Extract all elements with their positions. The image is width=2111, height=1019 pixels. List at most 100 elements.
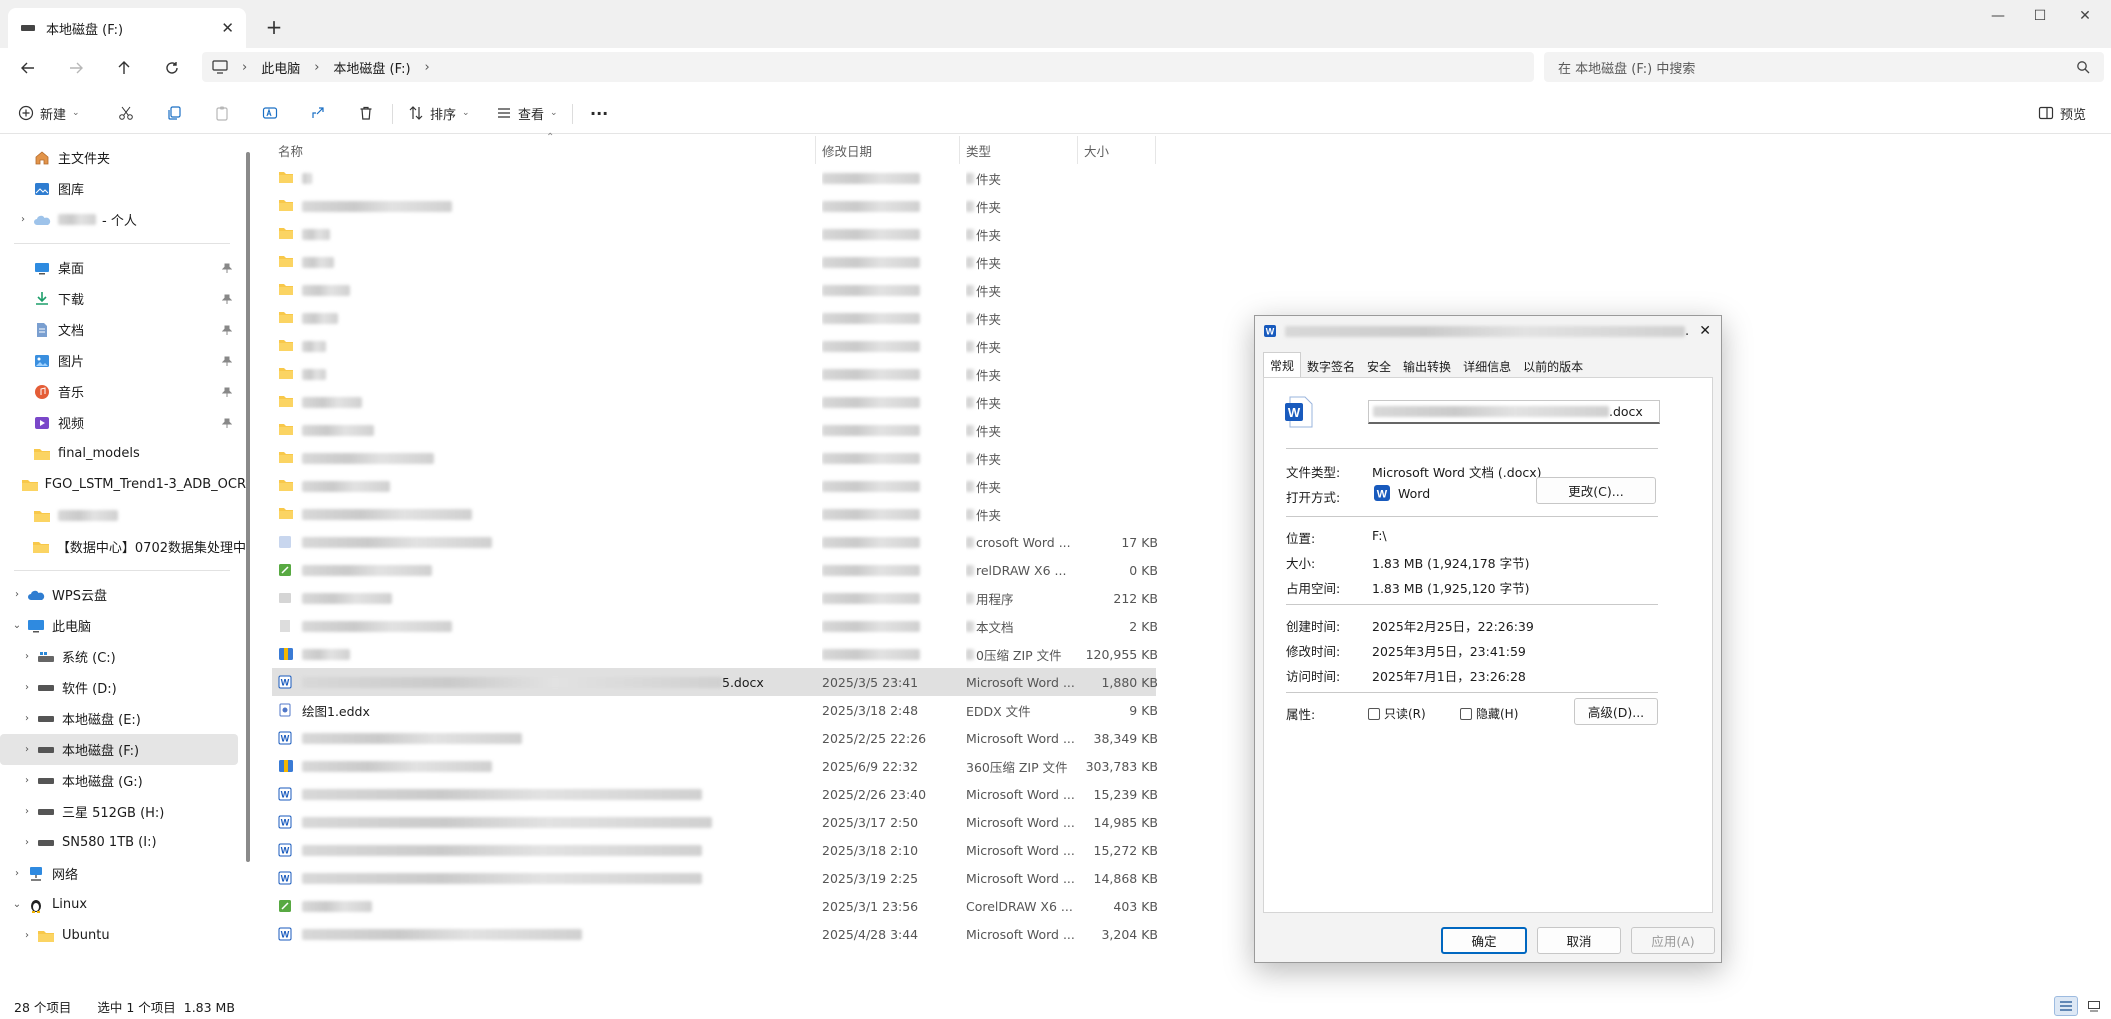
pin-icon[interactable] <box>222 263 232 273</box>
file-row[interactable]: 2025/6/9 22:32 360压缩 ZIP 文件 303,783 KB <box>272 752 1158 780</box>
sidebar-item-item[interactable]: 音乐 <box>0 376 246 407</box>
sidebar-item-item[interactable]: 图片 <box>0 345 246 376</box>
minimize-button[interactable]: — <box>1975 0 2021 32</box>
tab-0[interactable]: 常规 <box>1263 352 1302 378</box>
file-row[interactable]: 本文档 2 KB <box>272 612 1158 640</box>
back-button[interactable] <box>10 50 46 86</box>
breadcrumb[interactable]: › 此电脑 › 本地磁盘 (F:) › <box>202 52 1534 82</box>
file-row[interactable]: 件夹 <box>272 276 1156 304</box>
filename-input[interactable]: .docx <box>1368 400 1660 424</box>
sort-button[interactable]: 排序 ⌄ <box>400 97 478 129</box>
sidebar-item-linux[interactable]: ⌄ Linux <box>0 889 246 920</box>
sidebar-item-g[interactable]: › 本地磁盘 (G:) <box>0 765 246 796</box>
tab-3[interactable]: 输出转换 <box>1397 354 1457 378</box>
file-row[interactable]: W 2025/3/17 2:50 Microsoft Word ... 14,985 … <box>272 808 1158 836</box>
close-window-button[interactable]: ✕ <box>2062 0 2108 32</box>
delete-button[interactable] <box>350 97 382 129</box>
chevron-right-icon[interactable]: › <box>18 930 36 941</box>
sidebar-item-0702[interactable]: 【数据中心】0702数据集处理中 <box>0 531 246 562</box>
pin-icon[interactable] <box>222 325 232 335</box>
paste-button[interactable] <box>206 97 238 129</box>
ok-button[interactable]: 确定 <box>1441 927 1527 954</box>
file-row[interactable]: 件夹 <box>272 416 1156 444</box>
more-options-button[interactable]: ··· <box>582 97 616 129</box>
file-row[interactable]: relDRAW X6 ... 0 KB <box>272 556 1158 584</box>
file-row[interactable]: 用程序 212 KB <box>272 584 1158 612</box>
file-row[interactable]: 绘图1.eddx 2025/3/18 2:48 EDDX 文件 9 KB <box>272 696 1158 724</box>
apply-button[interactable]: 应用(A) <box>1631 927 1715 954</box>
sidebar-item-512gb-h[interactable]: › 三星 512GB (H:) <box>0 796 246 827</box>
sidebar-item-item[interactable]: 图库 <box>0 173 246 204</box>
column-size[interactable]: 大小 <box>1078 136 1156 164</box>
sidebar-item-final-models[interactable]: final_models <box>0 438 246 469</box>
file-row[interactable]: crosoft Word ... 17 KB <box>272 528 1158 556</box>
file-row[interactable]: 件夹 <box>272 444 1156 472</box>
file-row[interactable]: W 2025/3/19 2:25 Microsoft Word ... 14,868 … <box>272 864 1158 892</box>
chevron-right-icon[interactable]: › <box>18 806 36 817</box>
sidebar-item-wps[interactable]: › WPS云盘 <box>0 579 246 610</box>
view-button[interactable]: 查看 ⌄ <box>488 97 566 129</box>
file-row[interactable]: W 5.docx 2025/3/5 23:41 Microsoft Word ... 1… <box>272 668 1158 696</box>
chevron-right-icon[interactable]: › <box>18 713 36 724</box>
chevron-right-icon[interactable]: › <box>8 589 26 600</box>
chevron-down-icon[interactable]: ⌄ <box>8 620 26 631</box>
search-input[interactable]: 在 本地磁盘 (F:) 中搜索 <box>1544 52 2104 82</box>
cancel-button[interactable]: 取消 <box>1537 927 1621 954</box>
chevron-right-icon[interactable]: › <box>8 868 26 879</box>
sidebar-item-item[interactable]: ⌄ 此电脑 <box>0 610 246 641</box>
sidebar-item-item[interactable]: 下载 <box>0 283 246 314</box>
sidebar-item-item[interactable] <box>0 500 246 531</box>
tab-1[interactable]: 数字签名 <box>1301 354 1361 378</box>
file-row[interactable]: 件夹 <box>272 332 1156 360</box>
chevron-down-icon[interactable]: ⌄ <box>8 899 26 910</box>
file-row[interactable]: 0压缩 ZIP 文件 120,955 KB <box>272 640 1158 668</box>
close-tab-icon[interactable]: ✕ <box>221 19 234 37</box>
sidebar-item-item[interactable]: 视频 <box>0 407 246 438</box>
sidebar-item-item[interactable]: › 网络 <box>0 858 246 889</box>
up-button[interactable] <box>106 50 142 86</box>
file-row[interactable]: 件夹 <box>272 164 1156 192</box>
pin-icon[interactable] <box>222 356 232 366</box>
breadcrumb-item[interactable]: 此电脑 <box>261 58 300 77</box>
hidden-checkbox[interactable]: 隐藏(H) <box>1460 705 1518 722</box>
share-button[interactable] <box>302 97 334 129</box>
file-row[interactable]: W 2025/4/28 3:44 Microsoft Word ... 3,204 K… <box>272 920 1158 948</box>
column-name[interactable]: 名称 ⌃ <box>272 132 816 164</box>
new-tab-button[interactable]: + <box>258 12 290 42</box>
tab-5[interactable]: 以前的版本 <box>1517 354 1589 378</box>
preview-pane-button[interactable]: 预览 <box>2030 97 2094 129</box>
file-row[interactable]: W 2025/2/26 23:40 Microsoft Word ... 15,239… <box>272 780 1158 808</box>
forward-button[interactable] <box>58 50 94 86</box>
tab-4[interactable]: 详细信息 <box>1457 354 1517 378</box>
sidebar-item-d[interactable]: › 软件 (D:) <box>0 672 246 703</box>
chevron-right-icon[interactable]: › <box>18 651 36 662</box>
file-row[interactable]: 件夹 <box>272 304 1156 332</box>
advanced-button[interactable]: 高级(D)... <box>1574 698 1658 725</box>
file-row[interactable]: 件夹 <box>272 248 1156 276</box>
sidebar-item-item[interactable]: 文档 <box>0 314 246 345</box>
sidebar-item-c[interactable]: › 系统 (C:) <box>0 641 246 672</box>
chevron-right-icon[interactable]: › <box>14 214 32 225</box>
tiles-view-button[interactable] <box>2082 996 2106 1016</box>
new-button[interactable]: 新建 ⌄ <box>10 97 88 129</box>
cut-button[interactable] <box>110 97 142 129</box>
file-row[interactable]: W 2025/2/25 22:26 Microsoft Word ... 38,349… <box>272 724 1158 752</box>
file-row[interactable]: 件夹 <box>272 472 1156 500</box>
change-button[interactable]: 更改(C)... <box>1536 477 1656 504</box>
pin-icon[interactable] <box>222 387 232 397</box>
breadcrumb-item[interactable]: 本地磁盘 (F:) <box>333 58 410 77</box>
dialog-close-button[interactable]: ✕ <box>1699 323 1711 339</box>
details-view-button[interactable] <box>2054 996 2078 1016</box>
chevron-right-icon[interactable]: › <box>18 682 36 693</box>
tab-2[interactable]: 安全 <box>1361 354 1397 378</box>
chevron-right-icon[interactable]: › <box>18 744 36 755</box>
sidebar-item-e[interactable]: › 本地磁盘 (E:) <box>0 703 246 734</box>
maximize-button[interactable]: ☐ <box>2017 0 2063 32</box>
rename-button[interactable] <box>254 97 286 129</box>
sidebar-item-sn580-1tb-i[interactable]: › SN580 1TB (I:) <box>0 827 246 858</box>
pin-icon[interactable] <box>222 418 232 428</box>
copy-button[interactable] <box>158 97 190 129</box>
sidebar-item-item[interactable]: 主文件夹 <box>0 142 246 173</box>
sidebar-item-item[interactable]: › - 个人 <box>0 204 246 235</box>
sidebar-item-fgo-lstm-trend1-3-adb-ocr[interactable]: FGO_LSTM_Trend1-3_ADB_OCR <box>0 469 246 500</box>
